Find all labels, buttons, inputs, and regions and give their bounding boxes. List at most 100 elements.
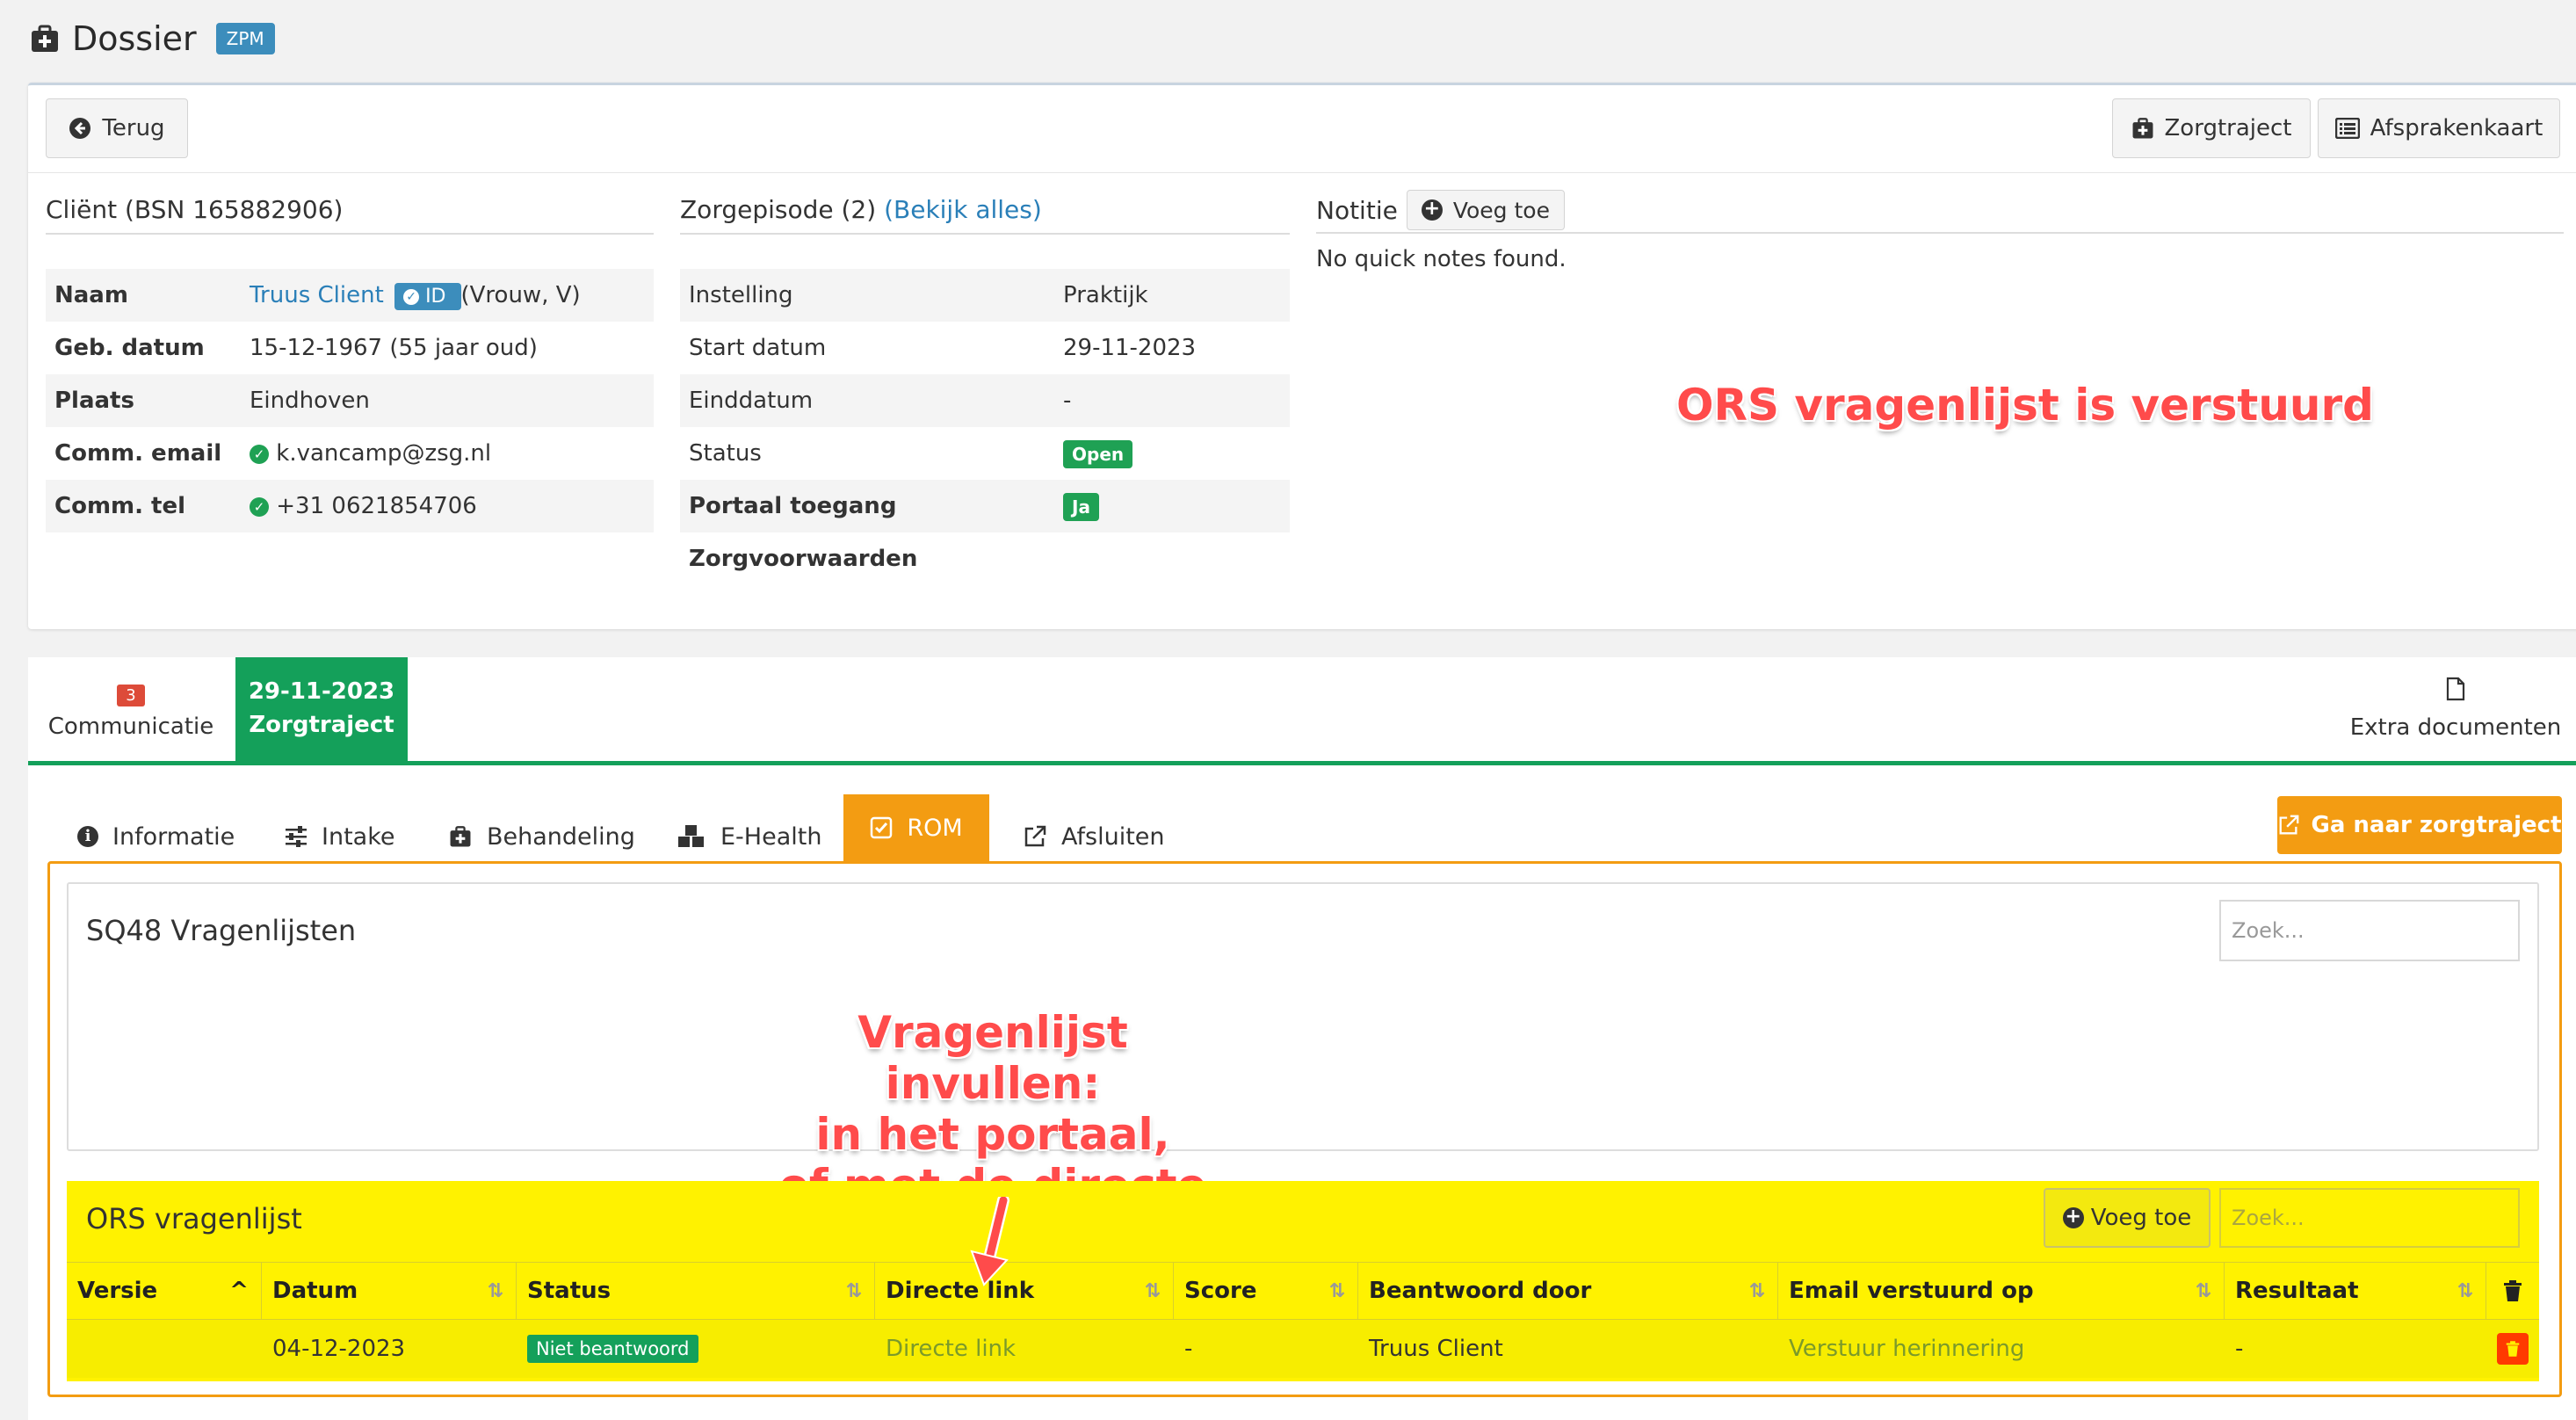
col-status-label: Status — [527, 1278, 611, 1304]
naam-extra: (Vrouw, V) — [460, 282, 581, 308]
subtab-informatie[interactable]: i Informatie — [77, 810, 235, 863]
subtab-intake[interactable]: Intake — [285, 810, 395, 863]
tab-zorgtraject[interactable]: 29-11-2023 Zorgtraject — [235, 657, 408, 761]
list-alt-icon — [2334, 118, 2360, 139]
naam-key: Naam — [46, 269, 241, 322]
table-row: Status Open — [680, 427, 1290, 480]
col-directe-link[interactable]: Directe link ⇅ — [875, 1263, 1174, 1319]
back-button[interactable]: Terug — [46, 98, 188, 158]
status-badge: Open — [1063, 440, 1133, 468]
briefcase-medical-icon — [32, 25, 58, 52]
col-resultaat[interactable]: Resultaat ⇅ — [2225, 1263, 2486, 1319]
sq48-search-input[interactable]: Zoek... — [2219, 900, 2520, 961]
tab-extra-documenten[interactable]: Extra documenten — [2337, 677, 2574, 761]
tab-communicatie[interactable]: 3 Communicatie — [28, 659, 234, 761]
subtab-behandeling[interactable]: Behandeling — [448, 810, 635, 863]
row-status-cell: Niet beantwoord — [517, 1320, 875, 1378]
table-row: Instelling Praktijk — [680, 269, 1290, 322]
check-circle-icon: ✓ — [250, 496, 269, 517]
briefcase-medical-icon — [450, 826, 471, 847]
notitie-add-button[interactable]: + Voeg toe — [1406, 190, 1565, 230]
start-key: Start datum — [689, 335, 827, 361]
episode-heading: Zorgepisode (2) (Bekijk alles) — [680, 195, 1290, 235]
afsprakenkaart-label: Afsprakenkaart — [2370, 115, 2543, 141]
annotation-arrow-icon — [970, 1197, 1009, 1286]
ors-add-button[interactable]: + Voeg toe — [2044, 1188, 2211, 1248]
zorgtraject-date: 29-11-2023 — [248, 678, 395, 705]
notitie-add-label: Voeg toe — [1452, 197, 1550, 223]
ors-add-label: Voeg toe — [2090, 1205, 2192, 1231]
table-row: Einddatum - — [680, 374, 1290, 427]
sq48-box — [67, 882, 2539, 1151]
client-heading: Cliënt (BSN 165882906) — [46, 195, 654, 235]
col-beantwoord-label: Beantwoord door — [1369, 1278, 1592, 1304]
portaal-badge: Ja — [1063, 493, 1099, 521]
annotation-line1: Vragenlijst invullen: — [857, 1007, 1128, 1109]
sort-icon: ⇅ — [2195, 1279, 2211, 1302]
col-email-verstuurd[interactable]: Email verstuurd op ⇅ — [1778, 1263, 2225, 1319]
check-circle-icon: ✓ — [250, 444, 269, 464]
sort-icon: ⇅ — [1328, 1279, 1345, 1302]
row-score: - — [1184, 1336, 1193, 1362]
zpm-badge: ZPM — [215, 23, 275, 54]
voorwaarden-key: Zorgvoorwaarden — [680, 532, 1054, 585]
plus-circle-icon: + — [1421, 199, 1443, 221]
table-row: Zorgvoorwaarden — [680, 532, 1290, 585]
check-square-icon — [871, 816, 893, 839]
col-status[interactable]: Status ⇅ — [517, 1263, 875, 1319]
bekijk-alles-link[interactable]: (Bekijk alles) — [884, 195, 1042, 224]
id-badge[interactable]: ✓ ID — [394, 283, 461, 310]
col-score-label: Score — [1184, 1278, 1257, 1304]
subtab-ehealth[interactable]: E-Health — [677, 810, 821, 863]
sq48-title: SQ48 Vragenlijsten — [86, 914, 357, 947]
col-score[interactable]: Score ⇅ — [1174, 1263, 1358, 1319]
external-link-icon — [2280, 815, 2299, 835]
id-label: ID — [425, 286, 446, 308]
portaal-key: Portaal toegang — [680, 480, 1054, 532]
status-key: Status — [689, 440, 762, 467]
ors-search-input[interactable]: Zoek... — [2219, 1188, 2520, 1248]
notitie-header: Notitie + Voeg toe — [1316, 188, 2564, 234]
row-beantwoord-door: Truus Client — [1369, 1336, 1503, 1362]
col-datum[interactable]: Datum ⇅ — [262, 1263, 517, 1319]
info-circle-icon: i — [77, 826, 98, 847]
col-versie[interactable]: Versie ^ — [67, 1263, 262, 1319]
status-badge: Niet beantwoord — [527, 1335, 698, 1363]
communicatie-count-badge: 3 — [117, 685, 145, 706]
divider — [28, 172, 2576, 173]
extra-documenten-label: Extra documenten — [2349, 714, 2562, 741]
ors-table-header: Versie ^ Datum ⇅ Status ⇅ Directe link ⇅ Sco… — [67, 1262, 2539, 1320]
plaats-value: Eindhoven — [241, 374, 654, 427]
client-name-link[interactable]: Truus Client — [250, 282, 384, 308]
notitie-empty-text: No quick notes found. — [1316, 246, 1567, 272]
afsprakenkaart-button[interactable]: Afsprakenkaart — [2318, 98, 2560, 158]
geb-value: 15-12-1967 (55 jaar oud) — [250, 335, 538, 361]
annotation-ors-sent: ORS vragenlijst is verstuurd — [1676, 380, 2374, 431]
table-row: Plaats Eindhoven — [46, 374, 654, 427]
subtab-afsluiten[interactable]: Afsluiten — [1023, 810, 1165, 863]
table-row: Start datum 29-11-2023 — [680, 322, 1290, 374]
tel-value-cell: ✓ +31 0621854706 — [241, 480, 654, 532]
check-circle-icon: ✓ — [403, 289, 420, 305]
subtab-rom[interactable]: ROM — [843, 794, 989, 861]
plus-circle-icon: + — [2062, 1207, 2084, 1228]
col-beantwoord-door[interactable]: Beantwoord door ⇅ — [1358, 1263, 1778, 1319]
directe-link[interactable]: Directe link — [875, 1320, 1174, 1378]
verstuur-herinnering-link[interactable]: Verstuur herinnering — [1778, 1320, 2225, 1378]
row-versie — [67, 1320, 262, 1378]
col-delete — [2486, 1263, 2539, 1319]
sort-icon: ⇅ — [1144, 1279, 1161, 1302]
zorgtraject-label: Zorgtraject — [2164, 115, 2292, 141]
ga-naar-zorgtraject-button[interactable]: Ga naar zorgtraject — [2277, 796, 2562, 854]
sort-icon: ⇅ — [1748, 1279, 1765, 1302]
zorgtraject-button[interactable]: Zorgtraject — [2112, 98, 2311, 158]
plaats-key: Plaats — [46, 374, 241, 427]
file-icon — [2446, 677, 2465, 701]
delete-button[interactable] — [2497, 1333, 2529, 1365]
ors-title: ORS vragenlijst — [86, 1202, 302, 1235]
voorwaarden-value — [1054, 532, 1290, 585]
briefcase-medical-icon — [2132, 118, 2153, 139]
status-cell: Open — [1054, 427, 1290, 480]
table-row: Comm. email ✓ k.vancamp@zsg.nl — [46, 427, 654, 480]
ga-naar-label: Ga naar zorgtraject — [2311, 812, 2562, 838]
